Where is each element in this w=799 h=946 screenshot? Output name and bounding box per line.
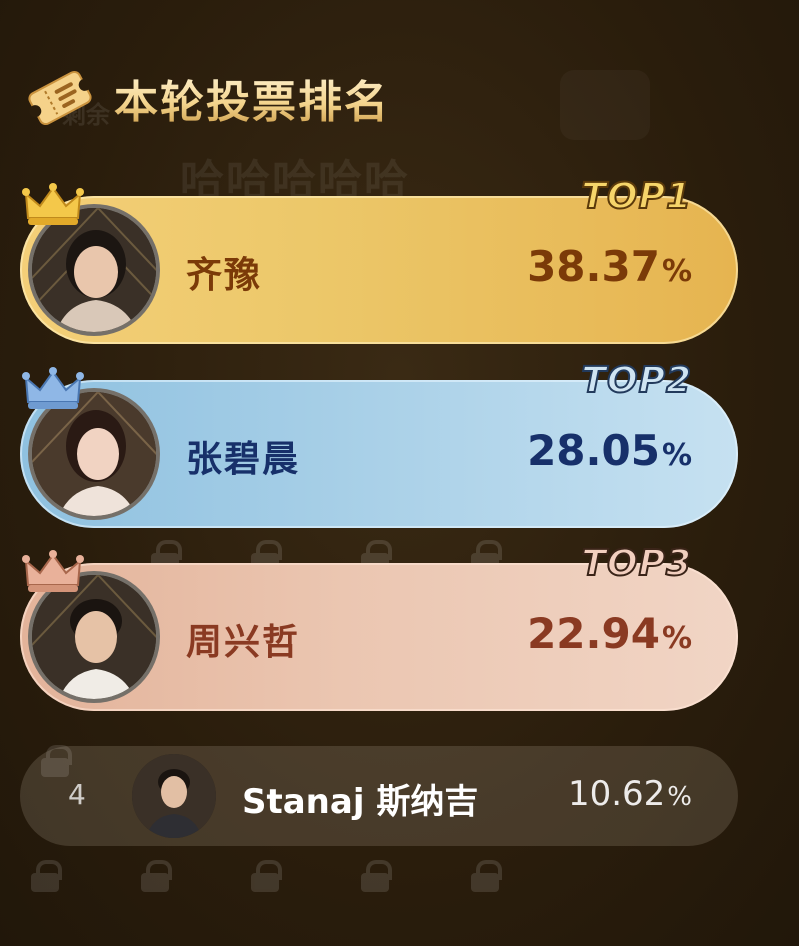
ghost-box <box>560 70 650 140</box>
lock-icon <box>470 860 502 892</box>
percent-unit: % <box>661 438 692 473</box>
vote-percentage: 38.37% <box>527 242 692 291</box>
percent-value: 10.62 <box>567 774 666 814</box>
lock-icon <box>360 860 392 892</box>
contestant-name: 周兴哲 <box>186 622 301 663</box>
rank-card-3[interactable]: TOP3 周兴哲 22.94% <box>20 542 738 711</box>
contestant-name: 齐豫 <box>186 255 263 296</box>
vote-percentage: 28.05% <box>527 426 692 475</box>
percent-value: 28.05 <box>527 426 660 475</box>
top-badge: TOP1 <box>580 175 692 218</box>
rank-card-2[interactable]: TOP2 张碧晨 28.05% <box>20 359 738 528</box>
percent-value: 38.37 <box>527 242 660 291</box>
lock-icon <box>30 860 62 892</box>
ranking-header: 本轮投票排名 <box>26 66 390 130</box>
percent-value: 22.94 <box>527 609 660 658</box>
percent-unit: % <box>661 621 692 656</box>
crown-icon <box>22 366 84 412</box>
top-badge: TOP2 <box>580 359 692 402</box>
lock-icon <box>250 860 282 892</box>
avatar <box>132 754 216 838</box>
rank-number: 4 <box>68 778 86 811</box>
contestant-name: 张碧晨 <box>186 439 301 480</box>
lock-icon <box>140 860 172 892</box>
vote-percentage: 22.94% <box>527 609 692 658</box>
contestant-name: Stanaj 斯纳吉 <box>242 782 479 822</box>
ticket-icon <box>26 67 94 129</box>
rank-row-4[interactable]: 4 Stanaj 斯纳吉 10.62% <box>20 746 738 846</box>
top-badge: TOP3 <box>580 542 692 585</box>
rank-card-1[interactable]: TOP1 齐豫 38.37% <box>20 175 738 344</box>
crown-icon <box>22 549 84 595</box>
percent-unit: % <box>661 254 692 289</box>
vote-percentage: 10.62% <box>568 774 692 814</box>
crown-icon <box>22 182 84 228</box>
page-title: 本轮投票排名 <box>114 66 390 130</box>
percent-unit: % <box>667 782 692 812</box>
